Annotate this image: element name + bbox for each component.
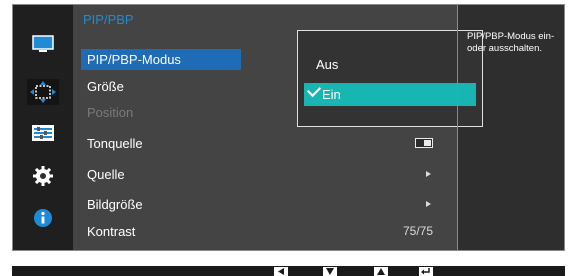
menu-item-label: Kontrast [87, 224, 136, 239]
checkmark-icon [306, 82, 322, 98]
menu-item-pip-pbp-mode[interactable]: PIP/PBP-Modus [81, 49, 241, 70]
pip-pbp-mode-popup: Aus Ein [297, 30, 483, 127]
gear-icon[interactable] [27, 163, 59, 189]
pip-pbp-menu: PIP/PBP PIP/PBP-Modus Größe Position Ton… [73, 5, 483, 250]
menu-item-sound-source[interactable]: Tonquelle [81, 133, 443, 154]
menu-item-label: Quelle [87, 167, 125, 182]
menu-item-label: Größe [87, 79, 124, 94]
menu-item-source[interactable]: Quelle [81, 164, 443, 185]
menu-item-contrast[interactable]: Kontrast 75/75 [81, 221, 443, 242]
menu-item-label: Bildgröße [87, 197, 143, 212]
sidebar [13, 5, 73, 250]
menu-title: PIP/PBP [83, 12, 134, 27]
osd-menu-window: PIP/PBP PIP/PBP-Modus Größe Position Ton… [12, 4, 565, 251]
menu-item-label: Position [87, 105, 134, 120]
down-arrow-key-icon[interactable] [323, 267, 337, 276]
menu-item-label: PIP/PBP-Modus [87, 52, 181, 67]
info-icon[interactable] [27, 205, 59, 231]
sound-source-toggle[interactable] [415, 138, 433, 148]
menu-item-picture-size[interactable]: Bildgröße [81, 194, 443, 215]
enter-key-icon[interactable] [419, 267, 433, 276]
up-arrow-key-icon[interactable] [374, 267, 388, 276]
option-off[interactable]: Aus [316, 53, 338, 76]
key-guide-bar [12, 266, 565, 276]
option-label: Ein [322, 87, 341, 102]
pip-arrows-icon[interactable] [27, 79, 59, 105]
chevron-right-icon [426, 171, 431, 177]
left-arrow-key-icon[interactable] [274, 267, 288, 276]
monitor-icon[interactable] [27, 31, 59, 57]
settings-bars-icon[interactable] [27, 120, 59, 146]
option-on[interactable]: Ein [304, 82, 476, 106]
menu-item-label: Tonquelle [87, 136, 143, 151]
option-label: Aus [316, 57, 339, 72]
help-panel: PIP/PBP-Modus ein- oder ausschalten. [457, 5, 564, 250]
help-text: PIP/PBP-Modus ein- oder ausschalten. [467, 31, 555, 54]
contrast-value: 75/75 [402, 224, 433, 238]
chevron-right-icon [426, 201, 431, 207]
